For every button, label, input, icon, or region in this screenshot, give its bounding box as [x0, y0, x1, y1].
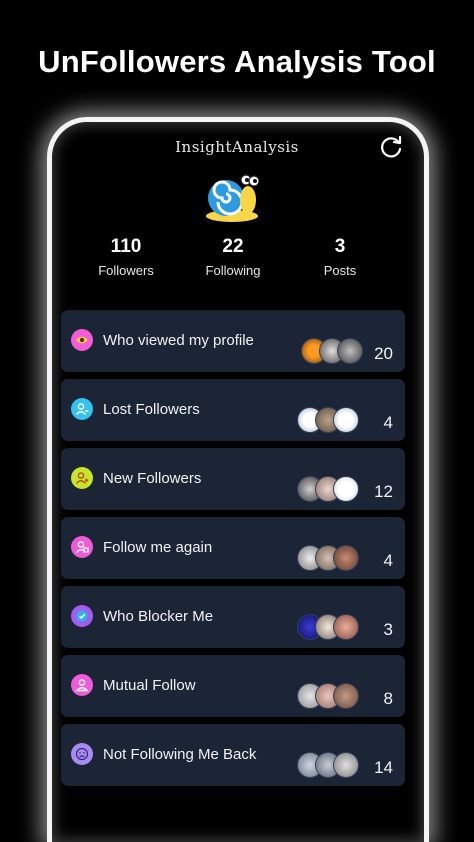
card-mutual-follow[interactable]: Mutual Follow 8	[61, 655, 405, 717]
card-count: 4	[383, 413, 393, 432]
card-count: 8	[383, 689, 393, 708]
card-count: 14	[374, 758, 393, 777]
card-count: 12	[374, 482, 393, 501]
card-title: Who Blocker Me	[103, 608, 214, 625]
stat-posts[interactable]: 3 Posts	[285, 236, 395, 278]
headline: UnFollowers Analysis Tool	[38, 44, 436, 79]
eye-icon	[71, 329, 93, 351]
card-follow-me-again[interactable]: Follow me again 4	[61, 517, 405, 579]
stat-value: 110	[110, 236, 142, 257]
stat-value: 3	[334, 236, 346, 257]
avatar	[333, 614, 359, 640]
card-count: 20	[374, 344, 393, 363]
avatar	[333, 545, 359, 571]
stat-label: Followers	[98, 263, 154, 278]
user-plus-icon	[71, 467, 93, 489]
stat-value: 22	[222, 236, 244, 257]
card-title: New Followers	[103, 470, 202, 487]
card-title: Not Following Me Back	[103, 746, 257, 763]
mutual-user-icon	[71, 674, 93, 696]
avatar	[333, 407, 359, 433]
card-lost-followers[interactable]: Lost Followers 4	[61, 379, 405, 441]
avatar	[337, 338, 363, 364]
card-count: 4	[383, 551, 393, 570]
card-title: Mutual Follow	[103, 677, 196, 694]
card-new-followers[interactable]: New Followers 12	[61, 448, 405, 510]
user-minus-icon	[71, 398, 93, 420]
card-title: Who viewed my profile	[103, 332, 254, 349]
refresh-icon[interactable]	[378, 134, 404, 160]
stat-label: Posts	[323, 263, 357, 278]
snail-avatar-icon[interactable]	[202, 170, 262, 224]
avatar	[333, 752, 359, 778]
card-who-viewed-profile[interactable]: Who viewed my profile 20	[61, 310, 405, 372]
card-count: 3	[383, 620, 393, 639]
card-title: Follow me again	[103, 539, 213, 556]
shield-check-icon	[71, 605, 93, 627]
stat-label: Following	[205, 263, 261, 278]
sad-face-icon	[71, 743, 93, 765]
card-not-following-me-back[interactable]: Not Following Me Back 14	[61, 724, 405, 786]
avatar	[333, 476, 359, 502]
card-who-blocker-me[interactable]: Who Blocker Me 3	[61, 586, 405, 648]
stat-following[interactable]: 22 Following	[178, 236, 288, 278]
card-title: Lost Followers	[103, 401, 200, 418]
avatar	[333, 683, 359, 709]
user-return-icon	[71, 536, 93, 558]
stat-followers[interactable]: 110 Followers	[71, 236, 181, 278]
